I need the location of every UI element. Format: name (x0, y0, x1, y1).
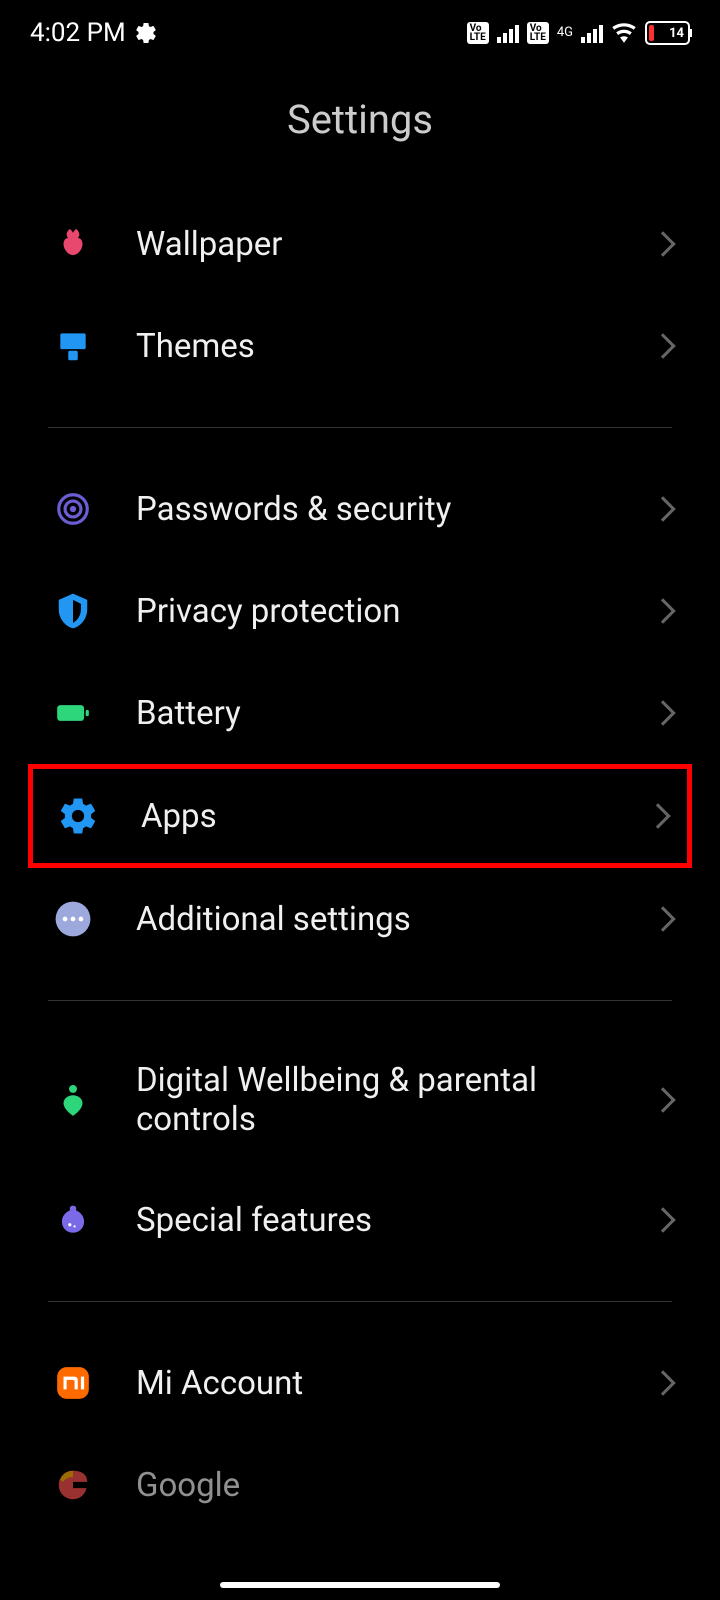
person-heart-icon (52, 1079, 94, 1121)
battery-icon: 14 (645, 21, 690, 45)
settings-item-battery[interactable]: Battery (0, 662, 720, 764)
themes-icon (52, 325, 94, 367)
settings-item-miaccount[interactable]: Mi Account (0, 1332, 720, 1434)
settings-item-additional[interactable]: Additional settings (0, 868, 720, 970)
settings-item-wellbeing[interactable]: Digital Wellbeing & parental controls (0, 1031, 720, 1169)
chevron-right-icon (645, 803, 670, 828)
settings-item-passwords[interactable]: Passwords & security (0, 458, 720, 560)
signal-icon-2 (581, 23, 603, 43)
chevron-right-icon (650, 333, 675, 358)
mi-logo-icon (52, 1362, 94, 1404)
volte-icon: VoLTE (467, 22, 489, 44)
settings-item-privacy[interactable]: Privacy protection (0, 560, 720, 662)
volte-icon-2: VoLTE (527, 22, 549, 44)
item-label: Themes (136, 327, 654, 366)
settings-item-special[interactable]: Special features (0, 1169, 720, 1271)
divider (48, 1301, 672, 1302)
item-label: Passwords & security (136, 490, 654, 529)
battery-icon (52, 692, 94, 734)
wifi-icon (611, 20, 637, 46)
signal-icon (497, 23, 519, 43)
chevron-right-icon (650, 906, 675, 931)
item-label: Battery (136, 694, 654, 733)
apps-gear-icon (57, 795, 99, 837)
item-label: Apps (141, 797, 649, 836)
chevron-right-icon (650, 231, 675, 256)
status-left: 4:02 PM (30, 18, 158, 48)
battery-level: 14 (669, 26, 684, 41)
item-label: Privacy protection (136, 592, 654, 631)
fingerprint-icon (52, 488, 94, 530)
item-label: Wallpaper (136, 225, 654, 264)
item-label: Digital Wellbeing & parental controls (136, 1061, 654, 1139)
chevron-right-icon (650, 496, 675, 521)
item-label: Mi Account (136, 1364, 654, 1403)
settings-item-wallpaper[interactable]: Wallpaper (0, 193, 720, 295)
chevron-right-icon (650, 700, 675, 725)
item-label: Google (136, 1466, 672, 1505)
home-indicator[interactable] (220, 1582, 500, 1588)
status-right: VoLTE VoLTE 4G 14 (467, 20, 690, 46)
chevron-right-icon (650, 1087, 675, 1112)
chevron-right-icon (650, 1370, 675, 1395)
flask-icon (52, 1199, 94, 1241)
status-bar: 4:02 PM VoLTE VoLTE 4G 14 (0, 0, 720, 66)
page-title: Settings (0, 66, 720, 193)
divider (48, 427, 672, 428)
settings-list: Wallpaper Themes Passwords & security (0, 193, 720, 1536)
gear-icon (134, 21, 158, 45)
divider (48, 1000, 672, 1001)
chevron-right-icon (650, 598, 675, 623)
settings-item-themes[interactable]: Themes (0, 295, 720, 397)
google-logo-icon (52, 1464, 94, 1506)
shield-icon (52, 590, 94, 632)
dots-icon (52, 898, 94, 940)
status-time: 4:02 PM (30, 18, 126, 48)
item-label: Special features (136, 1201, 654, 1240)
item-label: Additional settings (136, 900, 654, 939)
wallpaper-icon (52, 223, 94, 265)
settings-item-apps[interactable]: Apps (28, 764, 692, 868)
settings-item-google[interactable]: Google (0, 1434, 720, 1536)
network-label: 4G (557, 27, 573, 39)
chevron-right-icon (650, 1207, 675, 1232)
